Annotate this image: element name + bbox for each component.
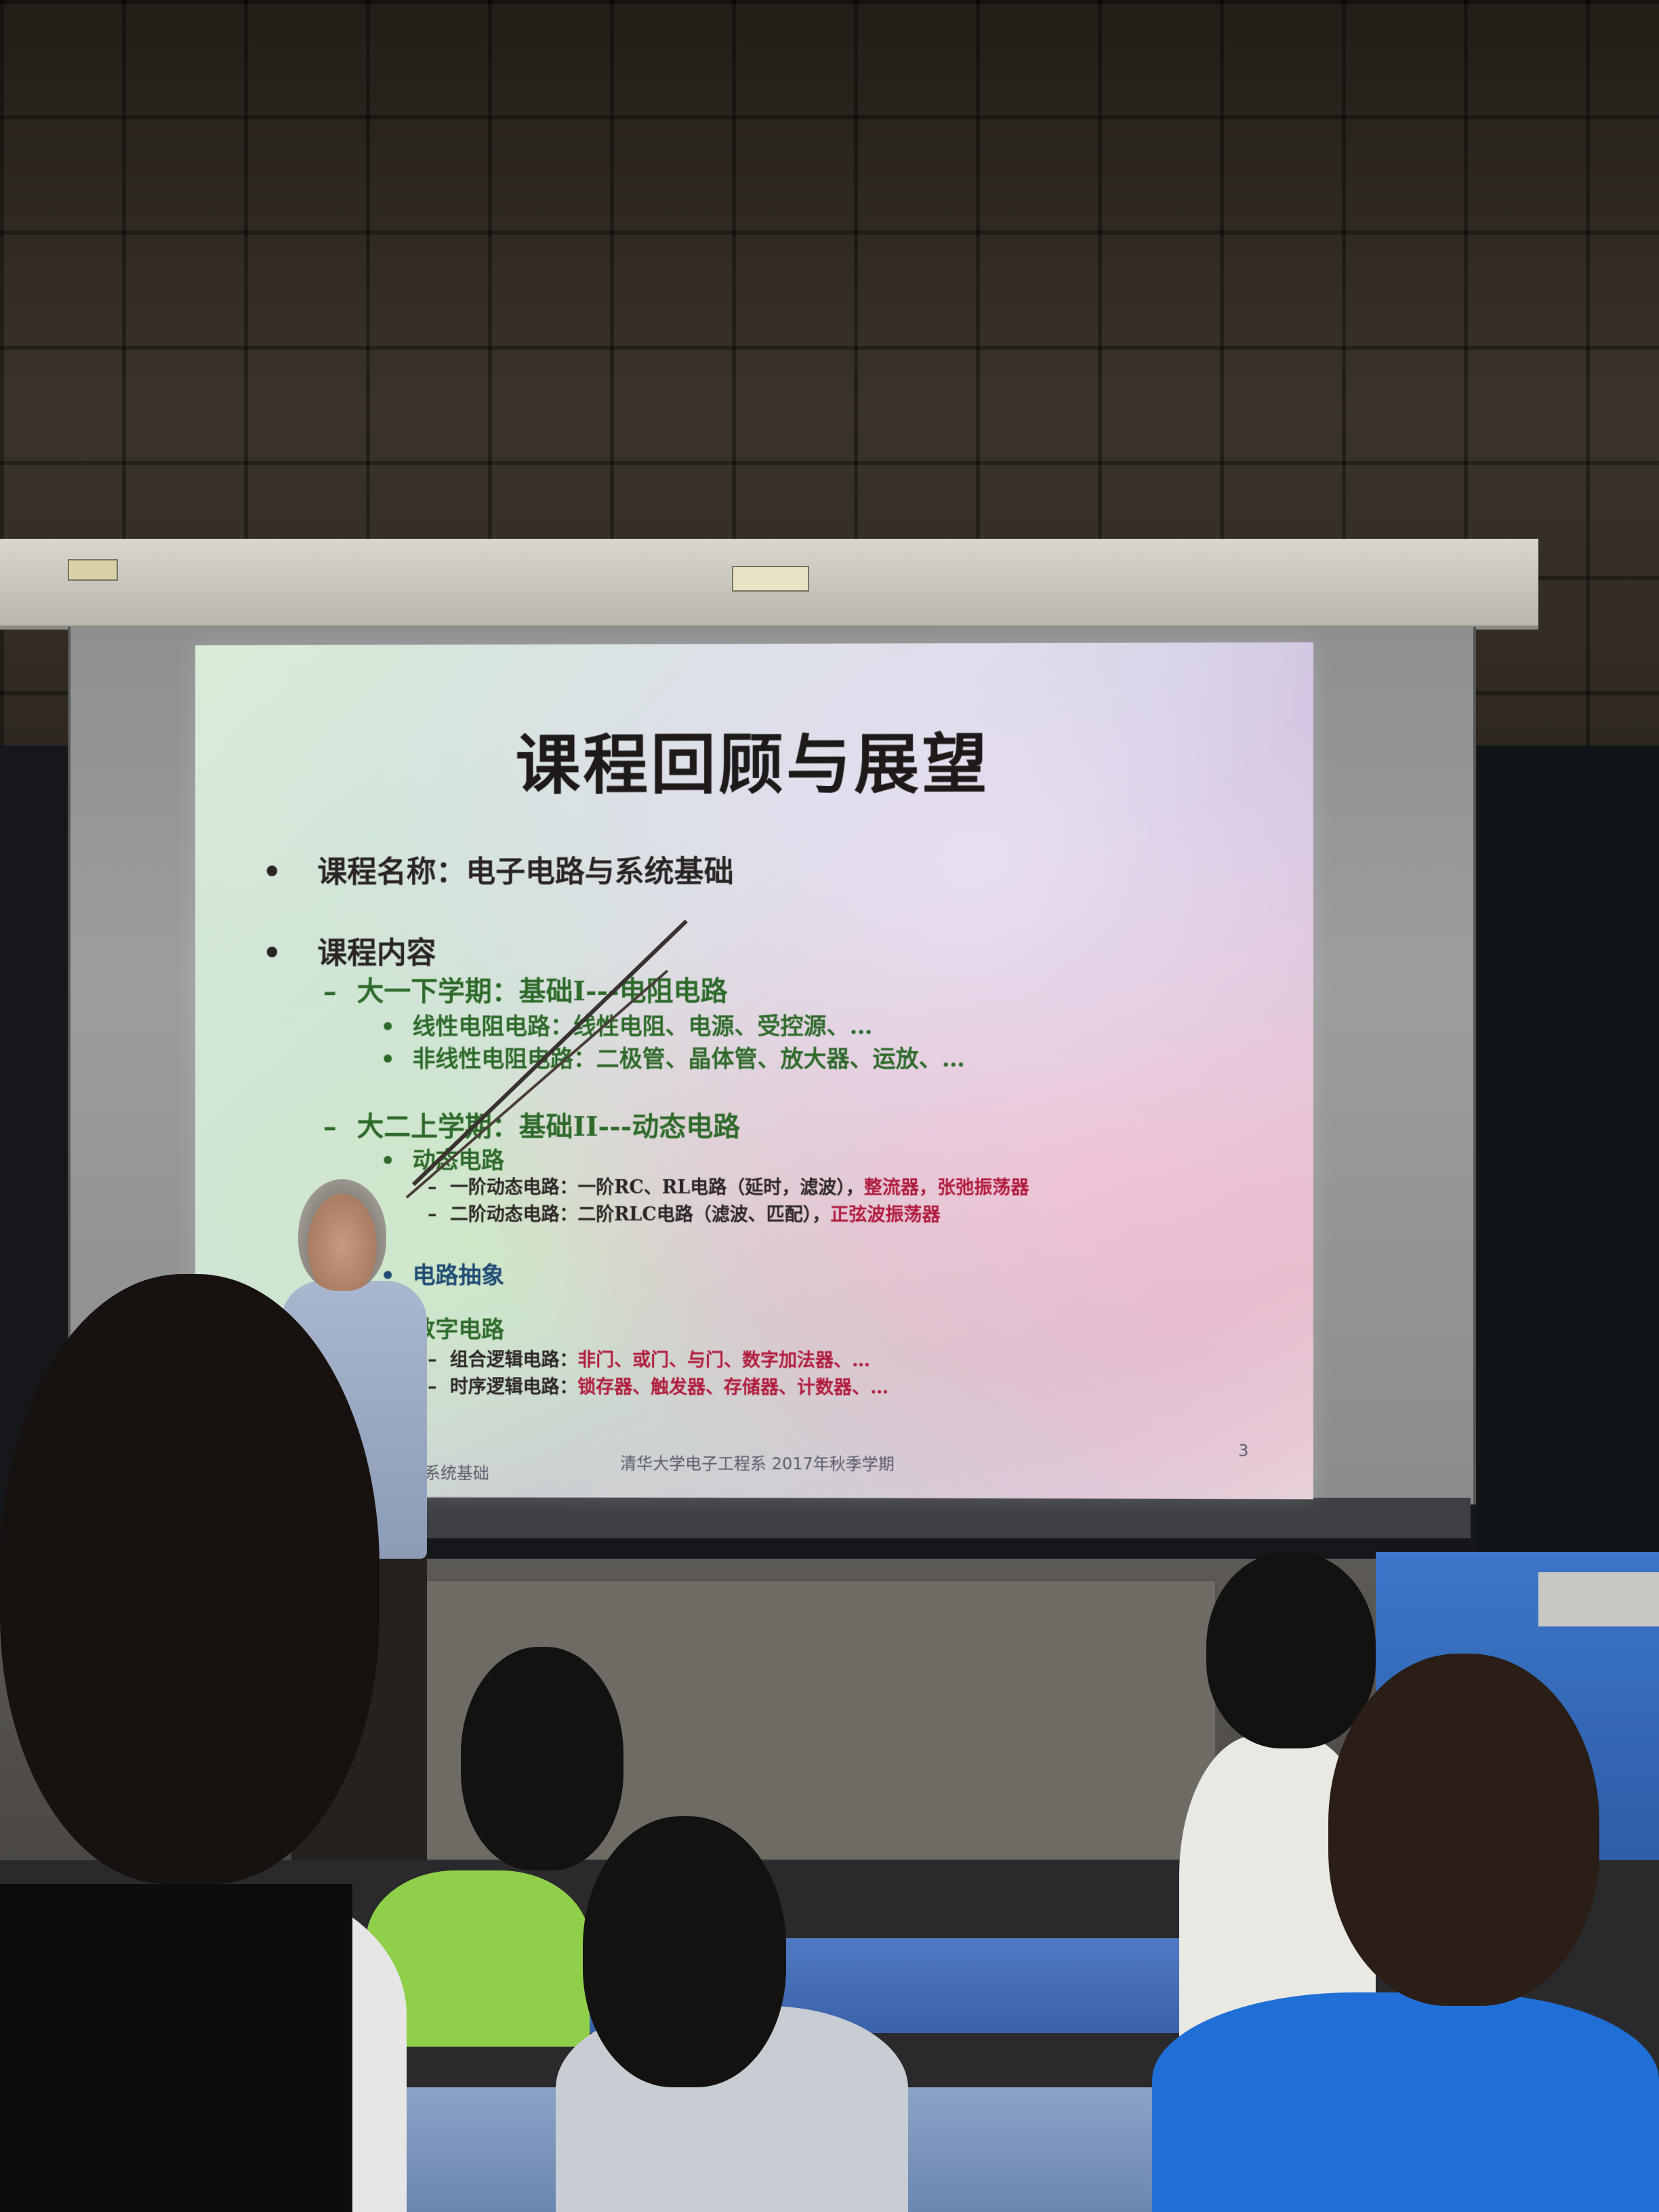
slide-page-number: 3 [1238, 1441, 1249, 1460]
housing-sticker [732, 566, 809, 592]
bullet-text: 课程名称：电子电路与系统基础 [317, 855, 734, 890]
sequential-logic-row: – 时序逻辑电路：锁存器、触发器、存储器、计数器、… [428, 1372, 888, 1399]
student-foreground-head [0, 1274, 380, 1884]
bullet-marker: • [380, 1013, 396, 1041]
lecturer-head [298, 1179, 386, 1291]
term1-text: 大一下学期：基础I---电阻电路 [356, 975, 728, 1008]
row-highlight: 正弦波振荡器 [830, 1204, 941, 1226]
row-highlight: 锁存器、触发器、存储器、计数器、… [577, 1376, 889, 1399]
housing-sticker [68, 559, 118, 581]
student-head [583, 1816, 786, 2087]
bullet-course-content: • 课程内容 [262, 928, 436, 972]
slide-title: 课程回顾与展望 [515, 725, 990, 803]
sub-text: 非线性电阻电路：二极管、晶体管、放大器、运放、… [412, 1045, 965, 1073]
dash-marker: – [323, 975, 337, 1008]
bullet-marker: • [262, 855, 282, 890]
sub-text: 线性电阻电路：线性电阻、电源、受控源、… [412, 1012, 873, 1041]
bullet-marker: • [380, 1046, 396, 1073]
first-order-row: – 一阶动态电路：一阶RC、RL电路（延时，滤波），整流器，张弛振荡器 [428, 1172, 1029, 1200]
student-head [1328, 1654, 1599, 2006]
dash-marker: – [428, 1176, 437, 1198]
row-highlight: 整流器，张弛振荡器 [863, 1177, 1029, 1199]
footer-left: 系统基础 [424, 1463, 489, 1483]
term2-text: 大二上学期：基础II---动态电路 [356, 1110, 741, 1143]
bullet-text: 课程内容 [317, 936, 436, 971]
dash-marker: – [323, 1110, 337, 1143]
term1-sub-linear: • 线性电阻电路：线性电阻、电源、受控源、… [380, 1008, 872, 1041]
second-order-row: – 二阶动态电路：二阶RLC电路（滤波、匹配），正弦波振荡器 [428, 1200, 941, 1227]
projector-screen-housing [0, 539, 1538, 630]
dash-marker: – [428, 1376, 437, 1398]
row-highlight: 非门、或门、与门、数字加法器、… [577, 1349, 871, 1372]
term1-sub-nonlinear: • 非线性电阻电路：二极管、晶体管、放大器、运放、… [380, 1040, 965, 1073]
combinational-logic-row: – 组合逻辑电路：非门、或门、与门、数字加法器、… [428, 1345, 870, 1372]
dash-marker: – [428, 1349, 437, 1371]
lectern-nameplate [1538, 1572, 1659, 1626]
student-head [1206, 1552, 1376, 1748]
dash-marker: – [428, 1204, 437, 1225]
bullet-marker: • [262, 936, 282, 971]
blackboard-right [1477, 745, 1659, 1559]
student-head [461, 1647, 623, 1870]
footer-center: 清华大学电子工程系 2017年秋季学期 [620, 1454, 895, 1474]
student-blue-shirt [1152, 1992, 1659, 2212]
bullet-course-name: • 课程名称：电子电路与系统基础 [262, 847, 733, 891]
term1-heading: – 大一下学期：基础I---电阻电路 [323, 969, 728, 1008]
monitor-foreground [0, 1884, 352, 2212]
row-text: 时序逻辑电路： [449, 1376, 578, 1398]
row-text: 组合逻辑电路： [449, 1349, 578, 1371]
row-text: 一阶动态电路：一阶RC、RL电路（延时，滤波）， [449, 1176, 864, 1199]
bullet-marker: • [380, 1147, 396, 1174]
sub-text: 电路抽象 [412, 1262, 505, 1290]
term2-heading: – 大二上学期：基础II---动态电路 [323, 1105, 740, 1144]
row-text: 二阶动态电路：二阶RLC电路（滤波、匹配）， [449, 1204, 831, 1226]
